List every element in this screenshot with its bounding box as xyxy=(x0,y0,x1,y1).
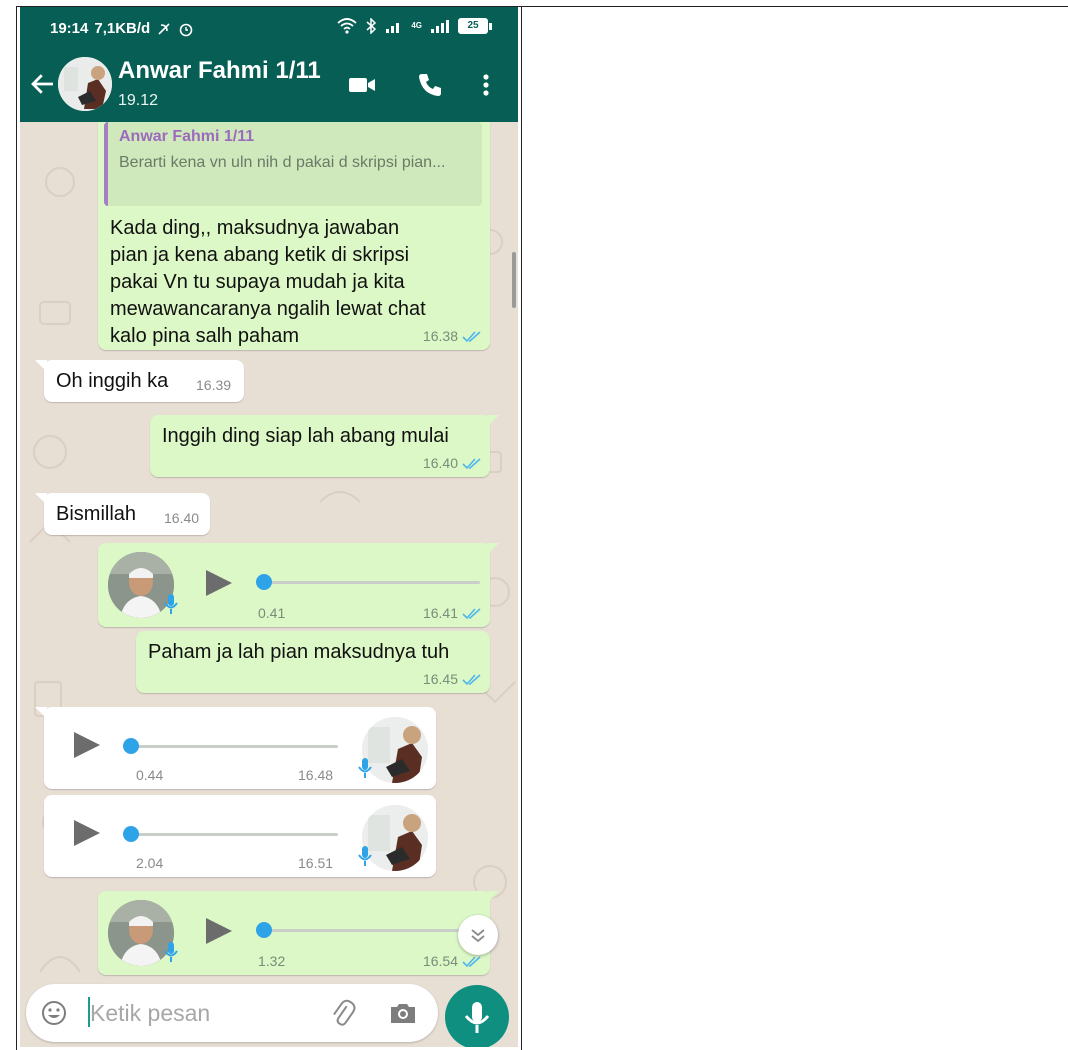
contact-last-seen: 19.12 xyxy=(118,92,159,109)
read-ticks-icon xyxy=(462,608,481,620)
message-line: pakai Vn tu supaya mudah ja kita xyxy=(110,271,405,293)
play-icon[interactable] xyxy=(206,570,232,596)
message-text: Paham ja lah pian maksudnya tuh xyxy=(148,641,450,663)
mic-icon xyxy=(164,594,178,614)
message-time: 16.40 xyxy=(164,510,200,526)
emoji-icon[interactable] xyxy=(40,999,68,1027)
message-line: mewawancaranya ngalih lewat chat xyxy=(110,298,426,320)
read-ticks-icon xyxy=(462,956,481,968)
outgoing-message[interactable]: Anwar Fahmi 1/11 Berarti kena vn uln nih… xyxy=(98,122,490,350)
message-line: Kada ding,, maksudnya jawaban xyxy=(110,217,400,239)
audio-progress-knob[interactable] xyxy=(256,574,272,590)
message-time: 16.41 xyxy=(423,605,482,621)
outgoing-message[interactable]: Paham ja lah pian maksudnya tuh 16.45 xyxy=(136,631,490,693)
whatsapp-screenshot: 19:14 7,1KB/d 4G 25 Anwar Fahmi 1/11 19.… xyxy=(20,7,518,1047)
bluetooth-icon xyxy=(366,18,377,34)
play-icon[interactable] xyxy=(74,732,100,758)
chat-header: Anwar Fahmi 1/11 19.12 xyxy=(20,47,518,122)
message-time: 16.48 xyxy=(298,767,334,783)
audio-progress-knob[interactable] xyxy=(256,922,272,938)
voice-duration: 0.41 xyxy=(258,605,286,621)
voice-duration: 2.04 xyxy=(136,855,164,871)
message-time: 16.40 xyxy=(423,455,482,471)
scroll-down-button[interactable] xyxy=(458,915,498,955)
status-bar: 19:14 7,1KB/d 4G 25 xyxy=(20,7,518,47)
battery-indicator: 25 xyxy=(458,18,492,34)
message-text: Bismillah xyxy=(56,503,137,525)
voice-duration: 0.44 xyxy=(136,767,164,783)
incoming-message[interactable]: Oh inggih ka 16.39 xyxy=(35,360,244,402)
mic-icon xyxy=(464,1002,490,1033)
mic-icon xyxy=(164,942,178,962)
read-ticks-icon xyxy=(462,331,481,343)
signal-4g-icon xyxy=(431,20,449,33)
read-ticks-icon xyxy=(462,458,481,470)
message-time: 16.51 xyxy=(298,855,334,871)
alarm-icon xyxy=(179,23,193,36)
phone-icon[interactable] xyxy=(414,69,446,101)
network-type: 4G xyxy=(411,21,422,30)
status-speed: 7,1KB/d xyxy=(94,20,151,37)
status-time: 19:14 xyxy=(50,20,89,37)
message-text: Inggih ding siap lah abang mulai xyxy=(162,425,449,447)
outgoing-message[interactable]: Inggih ding siap lah abang mulai 16.40 xyxy=(150,415,499,477)
audio-progress-track[interactable] xyxy=(126,745,338,748)
message-text: Oh inggih ka xyxy=(56,370,169,392)
scroll-down-icon xyxy=(471,929,485,943)
play-icon[interactable] xyxy=(74,820,100,846)
quoted-message[interactable]: Anwar Fahmi 1/11 Berarti kena vn uln nih… xyxy=(104,122,482,206)
audio-progress-knob[interactable] xyxy=(123,826,139,842)
table-column-divider xyxy=(521,6,522,1050)
battery-level: 25 xyxy=(458,18,488,34)
incoming-message[interactable]: Bismillah 16.40 xyxy=(35,493,210,535)
video-call-icon[interactable] xyxy=(346,69,378,101)
audio-progress-track[interactable] xyxy=(258,929,480,932)
record-voice-button[interactable] xyxy=(445,985,509,1047)
scrollbar-thumb[interactable] xyxy=(512,252,516,308)
message-line: pian ja kena abang ketik di skripsi xyxy=(110,244,410,266)
quoted-sender: Anwar Fahmi 1/11 xyxy=(119,128,255,145)
contact-name[interactable]: Anwar Fahmi 1/11 xyxy=(118,57,321,85)
more-vert-icon[interactable] xyxy=(470,69,502,101)
audio-progress-knob[interactable] xyxy=(123,738,139,754)
wifi-icon xyxy=(337,18,357,34)
contact-avatar[interactable] xyxy=(58,57,112,111)
read-ticks-icon xyxy=(462,674,481,686)
message-input-placeholder[interactable]: Ketik pesan xyxy=(90,1000,210,1027)
outgoing-voice-message[interactable]: 1.32 16.54 xyxy=(98,891,499,975)
camera-icon[interactable] xyxy=(388,1000,418,1026)
signal-icon xyxy=(386,23,400,33)
back-arrow-icon[interactable] xyxy=(28,69,58,99)
play-icon[interactable] xyxy=(206,918,232,944)
audio-progress-track[interactable] xyxy=(126,833,338,836)
message-time: 16.54 xyxy=(423,953,482,969)
dnd-icon xyxy=(158,22,170,35)
audio-progress-track[interactable] xyxy=(258,581,480,584)
attach-icon[interactable] xyxy=(328,999,358,1029)
mic-icon xyxy=(358,846,372,866)
mic-icon xyxy=(358,758,372,778)
incoming-voice-message[interactable]: 0.44 16.48 xyxy=(35,707,436,789)
message-time: 16.39 xyxy=(196,377,232,393)
message-input-box[interactable]: Ketik pesan xyxy=(26,984,438,1042)
message-time: 16.38 xyxy=(423,328,482,344)
outgoing-voice-message[interactable]: 0.41 16.41 xyxy=(98,543,499,627)
incoming-voice-message[interactable]: 2.04 16.51 xyxy=(44,795,436,877)
message-time: 16.45 xyxy=(423,671,482,687)
voice-duration: 1.32 xyxy=(258,953,286,969)
quoted-text: Berarti kena vn uln nih d pakai d skrips… xyxy=(119,154,446,171)
